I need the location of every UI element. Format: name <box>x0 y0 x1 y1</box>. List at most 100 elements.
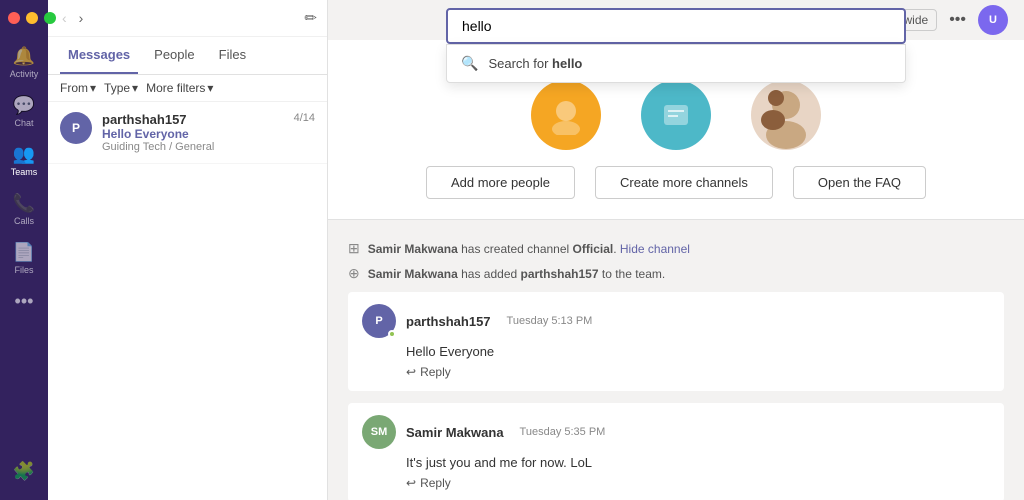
tab-people[interactable]: People <box>146 37 202 74</box>
sidebar-item-files[interactable]: 📄 Files <box>0 236 48 281</box>
reply-label: Reply <box>420 365 451 379</box>
sidebar-bottom: 🧩 <box>13 455 35 500</box>
message-name: parthshah157 <box>102 112 187 127</box>
online-indicator <box>388 330 396 338</box>
more-options-button[interactable]: ••• <box>949 11 966 29</box>
tab-messages[interactable]: Messages <box>60 37 138 74</box>
chat-avatar-1: P <box>362 304 396 338</box>
chat-area: ⊞ Samir Makwana has created channel Offi… <box>328 220 1024 500</box>
chat-message-1: P parthshah157 Tuesday 5:13 PM Hello Eve… <box>348 292 1004 391</box>
chat-time-2: Tuesday 5:35 PM <box>520 426 606 438</box>
back-button[interactable]: ‹ <box>58 8 71 28</box>
message-list: P parthshah157 4/14 Hello Everyone Guidi… <box>48 102 327 500</box>
message-content: parthshah157 4/14 Hello Everyone Guiding… <box>102 112 315 153</box>
chat-msg-header-2: SM Samir Makwana Tuesday 5:35 PM <box>362 415 990 449</box>
filter-type-label: Type <box>104 81 130 95</box>
hide-channel-link[interactable]: Hide channel <box>620 242 690 256</box>
banner-illustrations <box>531 80 821 150</box>
tabs: Messages People Files <box>48 37 327 75</box>
sidebar-item-activity[interactable]: 🔔 Activity <box>0 40 48 85</box>
message-preview: Hello Everyone <box>102 127 315 141</box>
more-icon: ••• <box>15 291 34 312</box>
sidebar-item-label: Chat <box>14 118 33 128</box>
reply-icon: ↩ <box>406 365 416 379</box>
sidebar-item-label: Files <box>14 265 33 275</box>
activity-icon: 🔔 <box>13 46 35 67</box>
chat-text-2: It's just you and me for now. LoL <box>406 455 990 470</box>
filter-more[interactable]: More filters ▾ <box>146 81 213 95</box>
filter-type[interactable]: Type ▾ <box>104 81 138 95</box>
message-header: parthshah157 4/14 <box>102 112 315 127</box>
apps-icon: 🧩 <box>13 461 35 482</box>
search-dropdown: 🔍 Search for hello <box>446 44 906 83</box>
avatar: P <box>60 112 92 144</box>
illustration-icon-1 <box>546 95 586 135</box>
illustration-1 <box>531 80 601 150</box>
sidebar-item-label: Teams <box>11 167 38 177</box>
main-area: 🔍 Search for hello 👥 👁 Org-wide ••• U <box>328 0 1024 500</box>
filter-more-label: More filters <box>146 81 205 95</box>
list-item[interactable]: P parthshah157 4/14 Hello Everyone Guidi… <box>48 102 327 164</box>
chevron-down-icon: ▾ <box>207 81 213 95</box>
reply-button-1[interactable]: ↩ Reply <box>406 365 451 379</box>
illustration-icon-3 <box>751 80 821 150</box>
illustration-2 <box>641 80 711 150</box>
chat-text-1: Hello Everyone <box>406 344 990 359</box>
filter-from-label: From <box>60 81 88 95</box>
nav-arrows: ‹ › ✏ <box>48 0 327 37</box>
system-text-2: Samir Makwana has added parthshah157 to … <box>368 267 666 281</box>
reply-label: Reply <box>420 476 451 490</box>
sidebar: 🔔 Activity 💬 Chat 👥 Teams 📞 Calls 📄 File… <box>0 0 48 500</box>
left-panel: ‹ › ✏ Messages People Files From ▾ Type … <box>48 0 328 500</box>
sidebar-item-teams[interactable]: 👥 Teams <box>0 138 48 183</box>
sidebar-item-apps[interactable]: 🧩 <box>13 455 35 488</box>
calls-icon: 📞 <box>13 193 35 214</box>
chevron-down-icon: ▾ <box>90 81 96 95</box>
chevron-down-icon: ▾ <box>132 81 138 95</box>
sidebar-item-chat[interactable]: 💬 Chat <box>0 89 48 134</box>
sidebar-item-more[interactable]: ••• <box>0 285 48 318</box>
filter-row: From ▾ Type ▾ More filters ▾ <box>48 75 327 102</box>
sidebar-item-label: Calls <box>14 216 34 226</box>
tab-files[interactable]: Files <box>211 37 254 74</box>
search-input[interactable] <box>446 8 906 44</box>
compose-button[interactable]: ✏ <box>304 9 317 27</box>
create-channels-button[interactable]: Create more channels <box>595 166 773 199</box>
reply-icon: ↩ <box>406 476 416 490</box>
open-faq-button[interactable]: Open the FAQ <box>793 166 926 199</box>
sidebar-item-label: Activity <box>10 69 39 79</box>
system-text-1: Samir Makwana has created channel Offici… <box>368 242 690 256</box>
chat-icon: 💬 <box>13 95 35 116</box>
close-button[interactable] <box>8 12 20 24</box>
chat-time-1: Tuesday 5:13 PM <box>507 315 593 327</box>
teams-icon: 👥 <box>13 144 35 165</box>
illustration-icon-2 <box>656 95 696 135</box>
traffic-lights <box>8 12 56 24</box>
message-sub: Guiding Tech / General <box>102 141 315 153</box>
add-member-icon: ⊕ <box>348 265 360 282</box>
minimize-button[interactable] <box>26 12 38 24</box>
chat-name-2: Samir Makwana <box>406 425 504 440</box>
forward-button[interactable]: › <box>75 8 88 28</box>
reply-button-2[interactable]: ↩ Reply <box>406 476 451 490</box>
chat-message-2: SM Samir Makwana Tuesday 5:35 PM It's ju… <box>348 403 1004 500</box>
search-bar-container: 🔍 Search for hello <box>446 8 906 44</box>
files-icon: 📄 <box>13 242 35 263</box>
system-message-1: ⊞ Samir Makwana has created channel Offi… <box>348 236 1004 261</box>
maximize-button[interactable] <box>44 12 56 24</box>
illustration-3 <box>751 80 821 150</box>
user-avatar[interactable]: U <box>978 5 1008 35</box>
filter-from[interactable]: From ▾ <box>60 81 96 95</box>
banner-buttons: Add more people Create more channels Ope… <box>426 166 926 199</box>
sidebar-item-calls[interactable]: 📞 Calls <box>0 187 48 232</box>
chat-avatar-2: SM <box>362 415 396 449</box>
chat-name-1: parthshah157 <box>406 314 491 329</box>
search-result-text: Search for hello <box>488 56 582 71</box>
search-icon: 🔍 <box>461 55 478 72</box>
message-date: 4/14 <box>294 112 315 127</box>
more-icon: ••• <box>949 11 966 29</box>
search-term: hello <box>552 56 582 71</box>
system-message-2: ⊕ Samir Makwana has added parthshah157 t… <box>348 261 1004 286</box>
channel-icon: ⊞ <box>348 240 360 257</box>
add-people-button[interactable]: Add more people <box>426 166 575 199</box>
